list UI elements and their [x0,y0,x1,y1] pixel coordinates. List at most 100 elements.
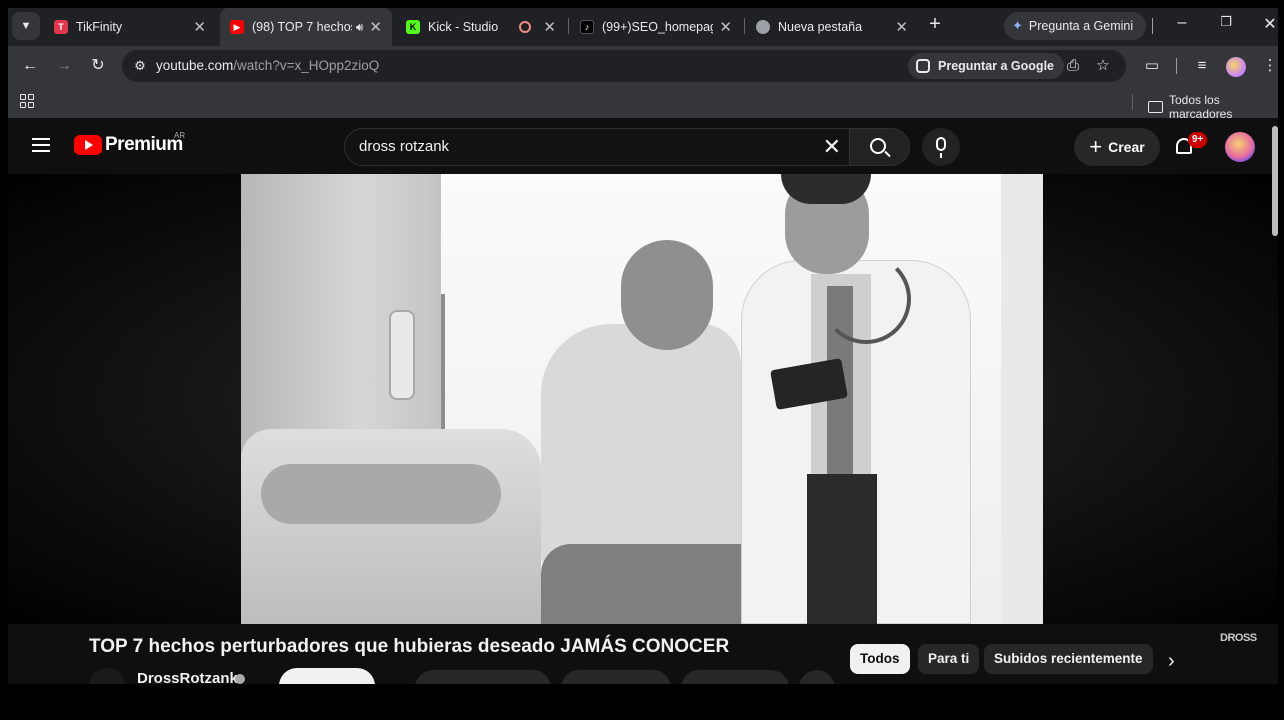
gemini-button[interactable]: ✦ Pregunta a Gemini [1004,12,1146,40]
video-title: TOP 7 hechos perturbadores que hubieras … [89,636,730,657]
apps-grid-icon[interactable] [20,94,34,108]
tab-label: Nueva pestaña [778,20,863,34]
tab-youtube-active[interactable]: ▶ (98) TOP 7 hechos 🔊︎ ✕ [220,8,392,46]
url-text[interactable]: youtube.com/watch?v=x_HOpp2zioQ [156,58,379,73]
video-scene-bed-rail [261,464,501,524]
ask-google-label: Preguntar a Google [938,59,1054,73]
video-player[interactable]: DROSS [8,174,1278,644]
toolbar-divider [1176,58,1177,74]
ask-google-button[interactable]: Preguntar a Google [908,53,1064,79]
video-scene-patient [541,324,741,574]
browser-toolbar: ← → ↻ ⚙ youtube.com/watch?v=x_HOpp2zioQ … [8,46,1278,86]
tab-separator [568,18,569,34]
microphone-icon [936,137,946,158]
all-bookmarks-label: Todos los marcadores [1169,93,1233,121]
bookmarks-divider [1132,94,1133,110]
channel-row: DrossRotzank [89,668,835,684]
tab-tiktok-seo[interactable]: ♪ (99+)SEO_homepage ✕ [570,10,742,44]
download-button[interactable] [681,670,789,684]
create-label: Crear [1108,139,1145,155]
gemini-spark-icon: ✦ [1012,18,1023,33]
video-scene-bed [241,429,541,624]
youtube-icon: ▶ [230,20,244,34]
voice-search-button[interactable] [922,128,960,166]
youtube-premium-logo[interactable]: Premium AR [74,131,186,156]
video-scene-stethoscope [821,254,911,344]
tikfinity-icon: T [54,20,68,34]
restore-icon[interactable]: ❐ [1214,14,1238,30]
tab-nueva-pestana[interactable]: Nueva pestaña ✕ [746,10,918,44]
close-tab-icon[interactable]: ✕ [193,18,206,36]
chip-para-ti[interactable]: Para ti [918,644,980,674]
site-settings-icon[interactable]: ⚙ [132,58,148,74]
chrome-icon [756,20,770,34]
notification-badge: 9+ [1188,132,1208,148]
youtube-play-logo-icon [74,135,102,155]
tiktok-icon: ♪ [580,20,594,34]
video-scene-patient-head [621,240,713,350]
chip-todos[interactable]: Todos [850,644,910,674]
youtube-header: Premium AR dross rotzank ✕ + Crear 9+ [8,118,1278,174]
channel-avatar[interactable] [89,668,125,684]
chevron-down-icon: ▼ [20,20,32,32]
tab-label: (99+)SEO_homepage [602,20,714,34]
bookmark-star-icon[interactable]: ☆ [1094,57,1112,75]
youtube-page: Premium AR dross rotzank ✕ + Crear 9+ DR… [8,118,1278,684]
google-lens-icon [916,59,930,73]
video-frame[interactable] [241,174,1043,624]
chevron-right-icon[interactable]: › [1168,650,1175,673]
reload-icon[interactable]: ↻ [88,56,108,76]
close-window-icon[interactable]: ✕ [1258,14,1282,34]
verified-check-icon [235,674,245,684]
all-bookmarks-button[interactable]: Todos los marcadores [1148,93,1278,121]
tab-label: (98) TOP 7 hechos [252,20,352,34]
url-host: youtube.com [156,58,234,73]
search-input[interactable]: dross rotzank [359,138,449,155]
minimize-icon[interactable]: – [1170,14,1194,32]
share-button[interactable] [561,670,671,684]
channel-watermark: DROSS [1220,632,1257,644]
tab-search-button[interactable]: ▼ [12,12,40,40]
create-button[interactable]: + Crear [1074,128,1160,166]
chip-subidos-recientemente[interactable]: Subidos recientemente [984,644,1153,674]
tab-label: Kick - Studio [428,20,499,34]
folder-icon [1148,101,1163,113]
page-scrollbar[interactable] [1272,126,1278,236]
gemini-label: Pregunta a Gemini [1028,19,1134,33]
close-tab-icon[interactable]: ✕ [543,18,556,36]
tab-kick-studio[interactable]: K Kick - Studio ✕ [396,10,566,44]
recording-icon [519,21,532,33]
account-avatar[interactable] [1225,132,1255,162]
forward-arrow-icon[interactable]: → [54,56,74,76]
tab-separator [744,18,745,34]
more-actions-button[interactable] [799,670,835,684]
address-bar[interactable]: ⚙ youtube.com/watch?v=x_HOpp2zioQ Pregun… [122,50,1126,82]
kick-icon: K [406,20,420,34]
install-app-icon[interactable]: ⎙ [1064,57,1082,75]
cast-icon[interactable]: ▭ [1142,56,1162,76]
toolbar-divider [1152,18,1153,34]
more-menu-icon[interactable]: ⋮ [1260,56,1280,76]
video-scene-iv-bag [389,310,415,400]
tab-label: TikFinity [76,20,123,34]
close-tab-icon[interactable]: ✕ [369,18,382,36]
media-controls-icon[interactable]: ≡ [1192,56,1212,76]
hamburger-menu-icon[interactable] [32,138,50,152]
like-dislike-button[interactable] [415,670,551,684]
country-code: AR [174,131,186,140]
tab-tikfinity[interactable]: T TikFinity ✕ [44,10,216,44]
clear-search-icon[interactable]: ✕ [823,135,841,159]
close-tab-icon[interactable]: ✕ [895,18,908,36]
search-box[interactable]: dross rotzank ✕ [344,128,850,166]
subscribe-button[interactable] [279,668,375,684]
audio-speaker-icon[interactable]: 🔊︎ [356,20,364,35]
channel-name[interactable]: DrossRotzank [137,670,238,684]
video-scene-doctor-pants [807,474,877,624]
close-tab-icon[interactable]: ✕ [719,18,732,36]
search-button[interactable] [850,128,910,166]
profile-avatar-icon[interactable] [1226,57,1246,77]
back-arrow-icon[interactable]: ← [20,56,40,76]
new-tab-plus-icon[interactable]: + [924,14,946,36]
plus-icon: + [1089,134,1103,159]
logo-wordmark: Premium [105,134,183,155]
